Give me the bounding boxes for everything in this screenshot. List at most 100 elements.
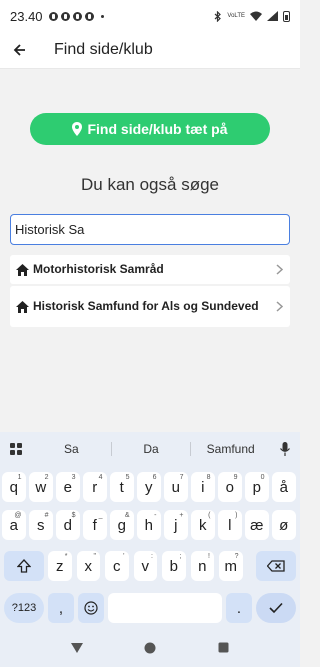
key-label: a (9, 516, 18, 534)
key-q[interactable]: q1 (2, 472, 26, 502)
key-i[interactable]: i8 (191, 472, 215, 502)
done-key[interactable] (256, 593, 296, 623)
key-p[interactable]: p0 (245, 472, 269, 502)
key-e[interactable]: e3 (56, 472, 80, 502)
wifi-icon (250, 11, 262, 21)
apps-grid-icon[interactable] (0, 442, 32, 455)
key-ø[interactable]: ø (272, 510, 296, 540)
shift-icon (17, 559, 31, 573)
key-æ[interactable]: æ (245, 510, 269, 540)
key-secondary-label: & (124, 512, 130, 519)
suggestion-3[interactable]: Samfund (191, 442, 270, 456)
key-secondary-label: 6 (152, 474, 157, 481)
key-c[interactable]: c ' (105, 551, 129, 581)
backspace-key[interactable] (256, 551, 296, 581)
key-label: y (145, 478, 153, 496)
comma-key[interactable]: , (48, 593, 74, 623)
more-notifications-icon (100, 14, 104, 18)
key-label: m (224, 557, 238, 575)
key-n[interactable]: n! (190, 551, 214, 581)
key-å[interactable]: å (272, 472, 296, 502)
key-j[interactable]: j + (164, 510, 188, 540)
key-r[interactable]: r4 (83, 472, 107, 502)
key-label: b (169, 557, 178, 575)
facebook-icon (72, 11, 82, 21)
key-k[interactable]: k( (191, 510, 215, 540)
key-o[interactable]: o9 (218, 472, 242, 502)
key-label: v (141, 557, 150, 575)
search-input[interactable] (10, 214, 290, 245)
keyboard-row-2: a @ s # d $ f _ g & h - j + k(l) æ ø (0, 510, 300, 540)
key-l[interactable]: l) (218, 510, 242, 540)
suggestion-1[interactable]: Sa (32, 442, 111, 456)
list-item[interactable]: Motorhistorisk Samråd (10, 255, 290, 284)
key-label: u (171, 478, 180, 496)
key-secondary-label: ! (208, 553, 210, 560)
microphone-icon[interactable] (270, 441, 300, 456)
notification-icons (48, 11, 104, 21)
search-results: Motorhistorisk Samråd Historisk Samfund … (10, 255, 290, 329)
signal-icon (267, 11, 278, 21)
key-label: q (9, 478, 18, 496)
circle-home-icon (144, 642, 156, 653)
search-heading: Du kan også søge (81, 175, 219, 194)
find-nearby-label: Find side/klub tæt på (87, 121, 228, 137)
key-secondary-label: $ (71, 512, 76, 519)
key-z[interactable]: z * (48, 551, 72, 581)
chevron-right-icon (274, 264, 284, 275)
list-item[interactable]: Historisk Samfund for Als og Sundeved (10, 286, 290, 327)
suggestion-2[interactable]: Da (112, 442, 191, 456)
key-label: d (63, 516, 72, 534)
key-g[interactable]: g & (110, 510, 134, 540)
period-key[interactable]: . (226, 593, 252, 623)
battery-icon (283, 10, 290, 22)
back-button[interactable] (0, 32, 40, 68)
keyboard-row-3: z * x " c ' v: b; n! m? (0, 551, 300, 581)
key-secondary-label: ? (234, 553, 239, 560)
key-label: h (144, 516, 153, 534)
facebook-icon (84, 11, 94, 21)
key-label: c (113, 557, 121, 575)
key-secondary-label: 3 (71, 474, 76, 481)
facebook-icon (60, 11, 70, 21)
key-label: ø (279, 516, 289, 534)
shift-key[interactable] (4, 551, 44, 581)
key-b[interactable]: b; (162, 551, 186, 581)
key-secondary-label: _ (98, 512, 103, 519)
square-recents-icon (218, 642, 229, 653)
key-secondary-label: : (151, 553, 153, 560)
key-h[interactable]: h- (137, 510, 161, 540)
space-key[interactable] (108, 593, 222, 623)
key-label: i (201, 478, 205, 496)
symbols-key[interactable]: ?123 (4, 593, 44, 623)
chevron-right-icon (274, 301, 284, 312)
volte-label: VoLTE (227, 13, 245, 19)
nav-back-button[interactable] (67, 638, 87, 658)
key-a[interactable]: a @ (2, 510, 26, 540)
key-label: k (199, 516, 207, 534)
key-t[interactable]: t5 (110, 472, 134, 502)
key-label: l (228, 516, 232, 534)
key-x[interactable]: x " (76, 551, 100, 581)
key-f[interactable]: f _ (83, 510, 107, 540)
key-d[interactable]: d $ (56, 510, 80, 540)
home-icon (14, 300, 30, 313)
key-label: s (37, 516, 45, 534)
list-item-label: Motorhistorisk Samråd (33, 262, 164, 276)
status-right-icons: VoLTE (214, 10, 290, 22)
key-w[interactable]: w2 (29, 472, 53, 502)
key-s[interactable]: s # (29, 510, 53, 540)
key-v[interactable]: v: (133, 551, 157, 581)
key-secondary-label: @ (14, 512, 22, 519)
key-y[interactable]: y6 (137, 472, 161, 502)
facebook-icon (48, 11, 58, 21)
emoji-key[interactable] (78, 593, 104, 623)
key-u[interactable]: u7 (164, 472, 188, 502)
key-m[interactable]: m? (219, 551, 243, 581)
find-nearby-button[interactable]: Find side/klub tæt på (30, 113, 270, 145)
key-secondary-label: # (44, 512, 49, 519)
key-secondary-label: ) (235, 512, 238, 519)
key-secondary-label: ' (123, 553, 125, 560)
nav-home-button[interactable] (140, 638, 160, 658)
nav-recents-button[interactable] (213, 638, 233, 658)
